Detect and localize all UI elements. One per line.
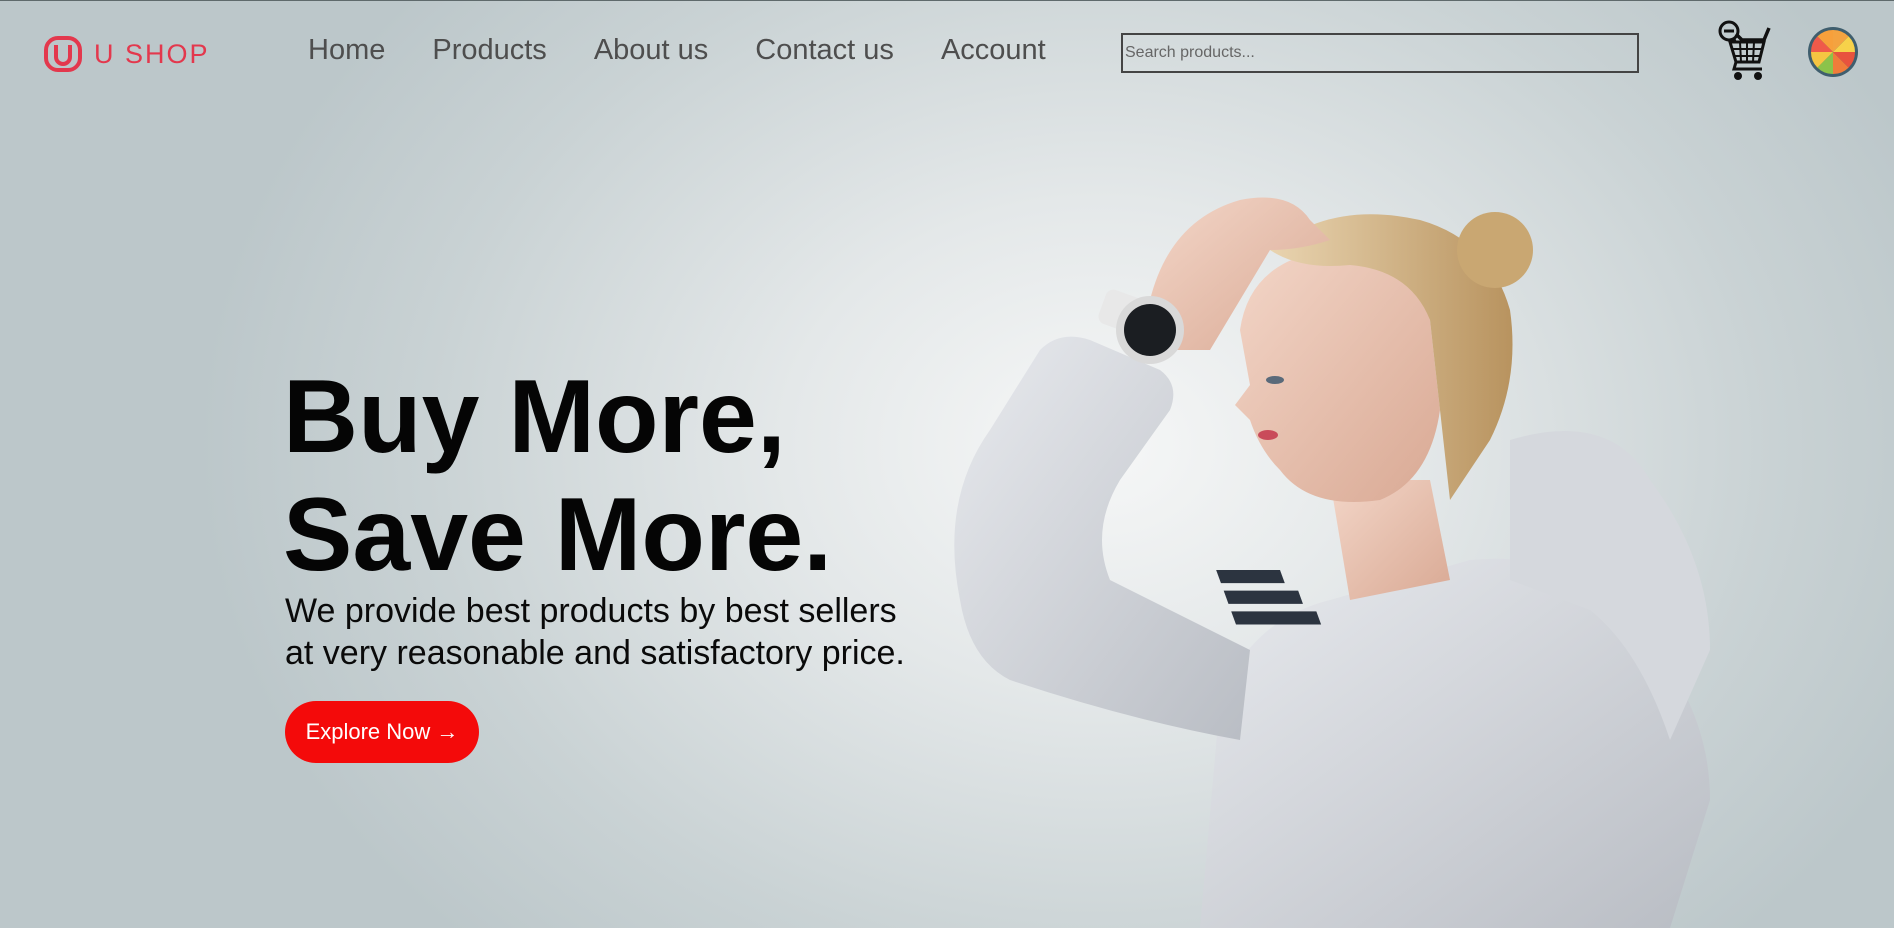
brand-name: U SHOP xyxy=(94,38,210,69)
hero-title-line-2: Save More. xyxy=(283,477,833,593)
nav-products[interactable]: Products xyxy=(432,34,546,67)
hero-title-line-1: Buy More, xyxy=(283,359,786,475)
nav-about-us[interactable]: About us xyxy=(594,34,708,67)
hero-model-image xyxy=(954,197,1710,928)
search-input[interactable] xyxy=(1121,33,1639,73)
hero-subtitle: We provide best products by best sellers… xyxy=(285,590,905,674)
explore-now-button[interactable]: Explore Now → xyxy=(285,701,479,763)
hero-subtitle-line-1: We provide best products by best sellers xyxy=(285,592,897,630)
main-nav: Home Products About us Contact us Accoun… xyxy=(308,34,1093,67)
hero-subtitle-line-2: at very reasonable and satisfactory pric… xyxy=(285,634,905,672)
top-border xyxy=(0,0,1894,1)
nav-account[interactable]: Account xyxy=(941,34,1046,67)
hero-title: Buy More, Save More. xyxy=(283,358,832,594)
nav-home[interactable]: Home xyxy=(308,34,385,67)
logo-icon xyxy=(44,36,82,72)
nav-contact-us[interactable]: Contact us xyxy=(755,34,894,67)
shopping-cart-icon[interactable] xyxy=(1716,20,1774,82)
brand-logo[interactable]: U SHOP xyxy=(44,36,210,72)
color-wheel-avatar[interactable] xyxy=(1807,26,1859,78)
